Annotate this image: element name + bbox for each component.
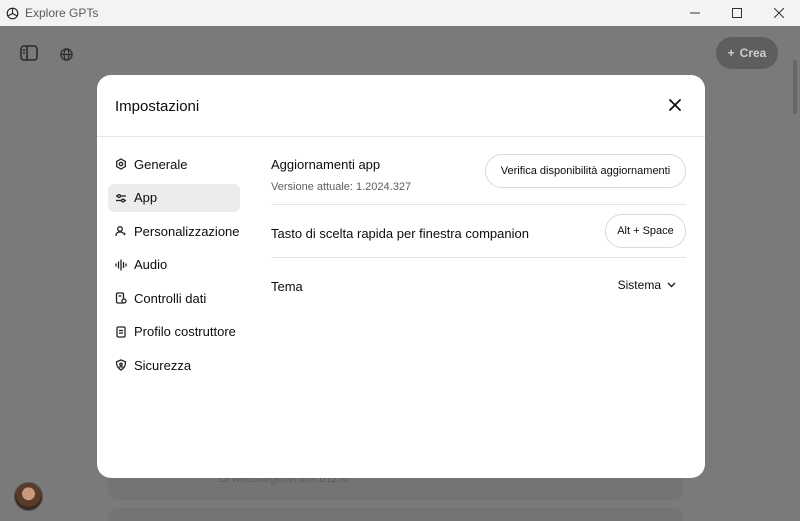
user-avatar[interactable] [14,482,43,511]
id-card-icon [115,325,127,338]
nav-item-personalizzazione[interactable]: Personalizzazione [108,217,240,245]
shortcut-button[interactable]: Alt + Space [605,214,686,248]
nav-item-label: App [134,190,158,205]
chevron-down-icon [667,282,676,288]
waveform-icon [115,258,127,271]
theme-value: Sistema [617,278,661,292]
maximize-button[interactable] [716,0,758,26]
theme-title: Tema [271,279,303,294]
settings-nav: Generale App Personalizzazione Audio Con… [108,150,240,385]
modal-title: Impostazioni [115,98,200,115]
nav-item-label: Audio [134,257,168,272]
person-icon [115,225,127,237]
nav-item-label: Generale [134,156,188,172]
settings-content-app: Aggiornamenti app Versione attuale: 1.20… [271,152,686,308]
updates-title: Aggiornamenti app [271,157,381,172]
close-window-button[interactable] [758,0,800,26]
shortcut-title: Tasto di scelta rapida per finestra comp… [271,226,529,241]
nav-item-label: Profilo costruttore [134,324,236,339]
version-text: Versione attuale: 1.2024.327 [271,181,412,193]
app-updates-row: Aggiornamenti app Versione attuale: 1.20… [271,152,686,205]
gear-icon [115,158,127,170]
close-modal-button[interactable] [667,97,683,113]
nav-item-profilo-costruttore[interactable]: Profilo costruttore [108,318,240,346]
close-icon [669,99,681,111]
background-card-2 [108,508,683,521]
nav-item-sicurezza[interactable]: Sicurezza [108,351,240,379]
check-updates-button[interactable]: Verifica disponibilità aggiornamenti [485,154,686,188]
shield-icon [115,359,127,371]
shortcut-row: Tasto di scelta rapida per finestra comp… [271,205,686,258]
globe-icon[interactable] [59,47,74,62]
openai-logo-icon [5,6,20,21]
theme-select[interactable]: Sistema [618,278,676,292]
nav-item-app[interactable]: App [108,183,240,212]
theme-row: Tema Sistema [271,258,686,308]
nav-item-label: Sicurezza [134,357,192,373]
nav-item-audio[interactable]: Audio [108,251,240,279]
create-label: Crea [739,46,767,60]
sliders-icon [115,192,127,204]
nav-item-generale[interactable]: Generale [108,150,240,178]
window-title: Explore GPTs [25,6,99,20]
modal-header: Impostazioni [97,75,705,137]
create-button[interactable]: + Crea [716,37,778,69]
plus-icon: + [727,46,735,60]
settings-modal: Impostazioni Generale App Personalizzazi… [97,75,705,478]
database-icon [115,292,127,304]
nav-item-controlli-dati[interactable]: Controlli dati [108,284,240,312]
window-controls [674,0,800,26]
nav-item-label: Controlli dati [134,290,207,306]
minimize-button[interactable] [674,0,716,26]
background-scrollbar [793,60,797,114]
title-bar: Explore GPTs [0,0,800,26]
sidebar-toggle-icon[interactable] [19,44,39,62]
nav-item-label: Personalizzazione [134,223,240,239]
